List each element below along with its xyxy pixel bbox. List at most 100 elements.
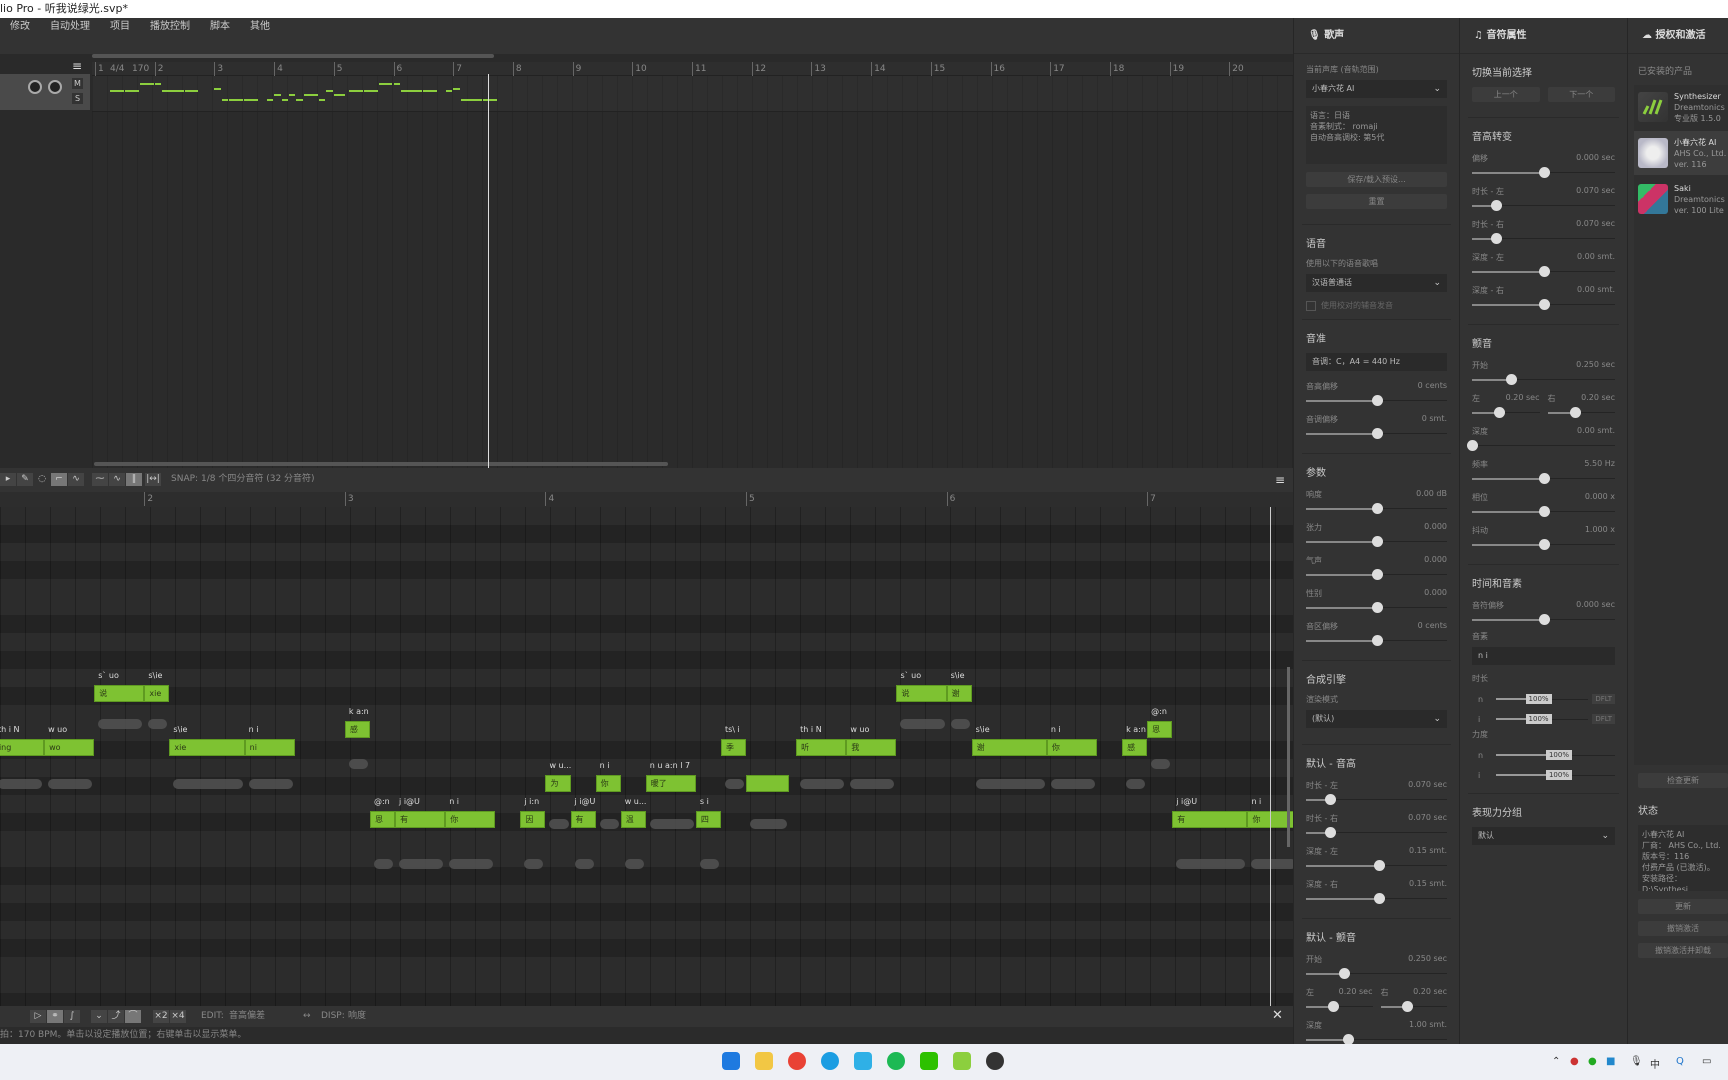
slider-note_panel-transition-2[interactable]: 时长 - 右 0.070 sec (1472, 217, 1615, 250)
percent-slider[interactable]: 100% (1496, 749, 1615, 760)
slider-knob[interactable] (1371, 395, 1383, 406)
pan-knob[interactable] (48, 80, 62, 94)
piano-roll-vertical-scrollbar[interactable] (1287, 667, 1290, 847)
slider-knob[interactable] (1491, 200, 1503, 211)
slider-knob[interactable] (1505, 374, 1517, 385)
note[interactable]: 有 (570, 811, 596, 828)
pitch-tool-icon[interactable]: ⌐ (51, 473, 67, 486)
menu-script[interactable]: 脚本 (200, 18, 240, 36)
track-header[interactable]: M S (0, 74, 90, 110)
pitch-curve-icon[interactable]: ⁓ (92, 473, 108, 486)
slider-note_panel-timing-0[interactable]: 音符偏移 0.000 sec (1472, 598, 1615, 631)
tray-chevron-icon[interactable]: ⌃ (1552, 1056, 1560, 1067)
piano-roll-grid[interactable]: ing th i N wo w uo 说 s` uo xie s\ie xie s\ie ni n i… (0, 507, 1293, 1006)
edge-beta-icon[interactable] (854, 1052, 872, 1070)
menu-project[interactable]: 项目 (100, 18, 140, 36)
eraser-tool-icon[interactable]: ◌ (34, 473, 50, 486)
note[interactable]: xie (169, 739, 245, 756)
percent-slider[interactable]: 100% (1496, 769, 1615, 780)
pen-tool-icon[interactable]: ✎ (17, 473, 33, 486)
arrangement-grid[interactable] (92, 76, 1293, 468)
tray-wechat-icon[interactable]: ● (1588, 1056, 1597, 1067)
slider-knob[interactable] (1324, 827, 1336, 838)
ime-icon[interactable]: 中 (1650, 1056, 1660, 1071)
slider-knob[interactable] (1374, 860, 1386, 871)
note[interactable]: 听 (796, 739, 847, 756)
note[interactable]: 季 (720, 739, 747, 756)
product-item[interactable]: Saki Dreamtonics ver. 100 Lite (1634, 177, 1728, 221)
note[interactable]: 恩 (369, 811, 396, 828)
zoom-x4-button[interactable]: ×4 (170, 1010, 186, 1023)
microphone-tray-icon[interactable]: 🎙 (1630, 1056, 1643, 1067)
slider-note_panel-transition-3[interactable]: 深度 - 左 0.00 smt. (1472, 250, 1615, 283)
obs-icon[interactable] (986, 1052, 1004, 1070)
slider-note_panel-vibrato_left[interactable]: 左 0.20 sec (1472, 391, 1540, 424)
slider-knob[interactable] (1402, 1001, 1414, 1012)
vibrato-tool-icon[interactable]: ∿ (68, 473, 84, 486)
percent-slider[interactable]: 100% (1496, 713, 1589, 724)
edit-mode-dropdown[interactable]: 音高偏差 (229, 1010, 265, 1023)
tray-app-icon[interactable]: ● (1570, 1056, 1579, 1067)
note[interactable] (746, 775, 789, 792)
synthv-icon[interactable] (953, 1052, 971, 1070)
slider-voice_panel-params-3[interactable]: 性别 0.000 (1306, 586, 1447, 619)
slider-note_panel-vibrato-1[interactable]: 频率 5.50 Hz (1472, 457, 1615, 490)
note[interactable]: 感 (1122, 739, 1148, 756)
percent-value[interactable]: 100% (1545, 769, 1572, 780)
arrangement-horizontal-scrollbar[interactable] (94, 462, 668, 466)
slider-knob[interactable] (1339, 968, 1351, 979)
slider-note_panel-transition-1[interactable]: 时长 - 左 0.070 sec (1472, 184, 1615, 217)
time-signature[interactable]: 4/4 (108, 62, 124, 76)
next-button[interactable]: 下一个 (1547, 87, 1615, 102)
chrome-icon[interactable] (788, 1052, 806, 1070)
slider-note_panel-transition-4[interactable]: 深度 - 右 0.00 smt. (1472, 283, 1615, 316)
volume-knob[interactable] (28, 80, 42, 94)
split-icon[interactable]: |↔| (145, 473, 161, 486)
checkbox-icon[interactable] (1306, 300, 1316, 311)
select-tool-icon[interactable]: ▸ (0, 473, 16, 486)
slider-knob[interactable] (1374, 893, 1386, 904)
mute-button[interactable]: M (72, 78, 83, 89)
piano-roll-ruler[interactable]: 2 3 4 5 6 7 (0, 492, 1293, 507)
slider-voice_panel-pitch-1[interactable]: 时长 - 右 0.070 sec (1306, 811, 1447, 844)
track-menu-icon[interactable]: ≡ (72, 59, 82, 73)
slider-knob[interactable] (1538, 539, 1550, 550)
slider-note_panel-vibrato-3[interactable]: 抖动 1.000 x (1472, 523, 1615, 556)
slider-knob[interactable] (1371, 503, 1383, 514)
note[interactable]: ni (244, 739, 295, 756)
note[interactable]: xie (144, 685, 170, 702)
waveform-icon[interactable]: ‖ (126, 473, 142, 486)
note[interactable]: 暖了 (645, 775, 696, 792)
product-item[interactable]: Synthesizer Dreamtonics 专业版 1.5.0 (1634, 85, 1728, 129)
default-button[interactable]: DFLT (1592, 694, 1615, 704)
note[interactable]: 谢 (946, 685, 972, 702)
zoom-x2-button[interactable]: ×2 (153, 1010, 169, 1023)
playhead[interactable] (488, 74, 489, 468)
menu-other[interactable]: 其他 (240, 18, 280, 36)
tempo-marker[interactable]: 170 (130, 62, 149, 76)
slider-voice_panel-tuning_sliders-0[interactable]: 音高偏移 0 cents (1306, 379, 1447, 412)
slider-voice_panel-vibrato_right[interactable]: 右 0.20 sec (1380, 985, 1447, 1018)
link-mode-icon[interactable]: ⚭ (47, 1010, 63, 1023)
arc-icon[interactable]: ⌒ (125, 1010, 141, 1023)
voicebank-dropdown[interactable]: 小春六花 AI ⌄ (1306, 80, 1447, 98)
arrangement-zoom-scrollbar[interactable] (92, 54, 494, 58)
slider-note_panel-vibrato_right[interactable]: 右 0.20 sec (1547, 391, 1615, 424)
edge-icon[interactable] (821, 1052, 839, 1070)
slider-knob[interactable] (1494, 407, 1505, 418)
note[interactable]: 有 (395, 811, 446, 828)
slider-note_panel-vibrato-2[interactable]: 相位 0.000 x (1472, 490, 1615, 523)
note[interactable]: 因 (520, 811, 546, 828)
cursor-mode-icon[interactable]: ▷ (30, 1010, 46, 1023)
deactivate-button[interactable]: 撤销激活 (1638, 921, 1728, 936)
tuning-field[interactable]: 音调：C，A4 = 440 Hz (1306, 353, 1447, 371)
slider-knob[interactable] (1538, 506, 1550, 517)
file-explorer-icon[interactable] (755, 1052, 773, 1070)
slider-knob[interactable] (1371, 569, 1383, 580)
slider-voice_panel-pitch-2[interactable]: 深度 - 左 0.15 smt. (1306, 844, 1447, 877)
note[interactable]: 我 (846, 739, 897, 756)
slider-voice_panel-vibrato_left[interactable]: 左 0.20 sec (1306, 985, 1373, 1018)
slider-voice_panel-vibrato_depth[interactable]: 深度 1.00 smt. (1306, 1018, 1447, 1044)
note[interactable]: 温 (620, 811, 646, 828)
note[interactable]: 说 (896, 685, 947, 702)
